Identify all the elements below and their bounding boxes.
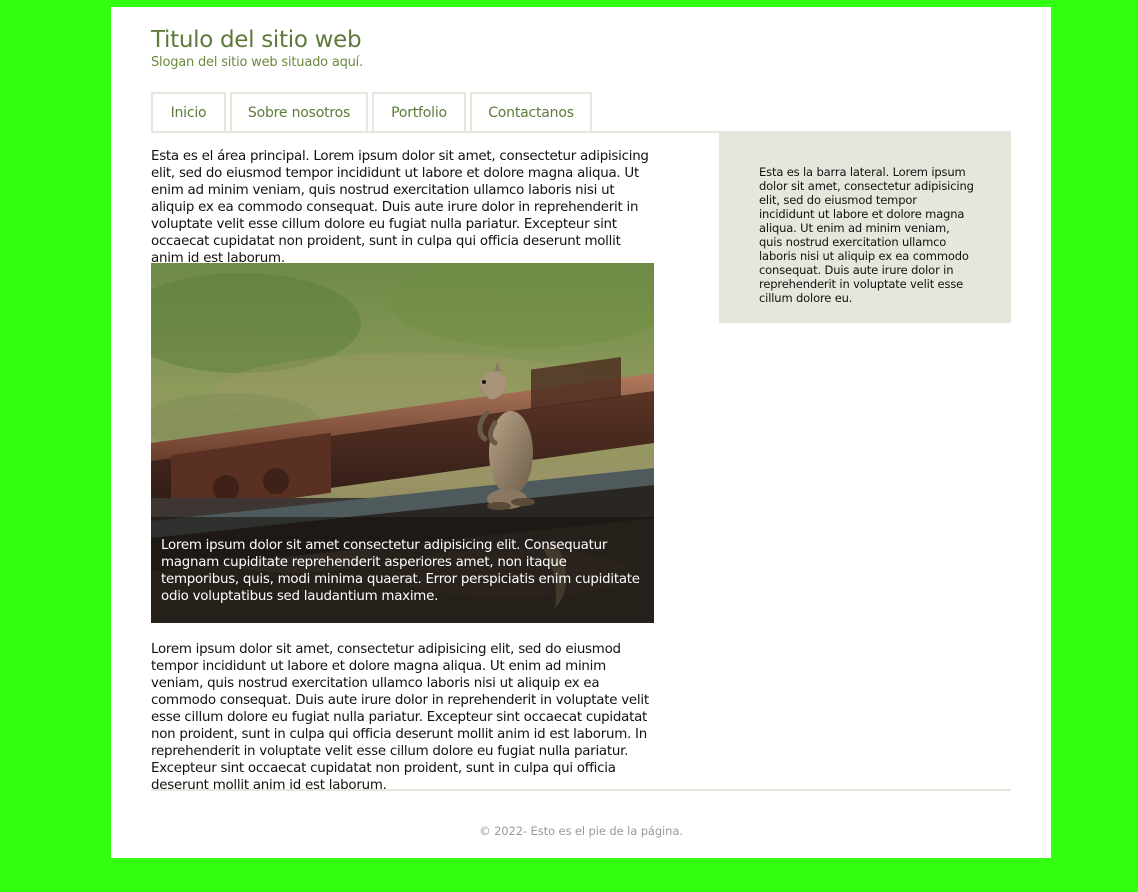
- nav-item-inicio[interactable]: Inicio: [151, 92, 226, 132]
- footer-divider: [151, 789, 1011, 791]
- nav-item-portfolio[interactable]: Portfolio: [372, 92, 466, 132]
- nav-item-sobre-nosotros[interactable]: Sobre nosotros: [230, 92, 368, 132]
- figure-caption: Lorem ipsum dolor sit amet consectetur a…: [151, 517, 654, 623]
- page-container: Titulo del sitio web Slogan del sitio we…: [111, 7, 1051, 858]
- main-nav: Inicio Sobre nosotros Portfolio Contacta…: [151, 92, 592, 132]
- sidebar: Esta es la barra lateral. Lorem ipsum do…: [719, 131, 1011, 323]
- site-title[interactable]: Titulo del sitio web: [151, 27, 362, 53]
- main-body-text: Lorem ipsum dolor sit amet, consectetur …: [151, 642, 649, 793]
- site-slogan: Slogan del sitio web situado aquí.: [151, 55, 364, 70]
- main-intro-text: Esta es el área principal. Lorem ipsum d…: [151, 149, 649, 266]
- footer-text: © 2022- Esto es el pie de la página.: [479, 824, 683, 838]
- sidebar-text: Esta es la barra lateral. Lorem ipsum do…: [759, 165, 974, 305]
- main-figure: Lorem ipsum dolor sit amet consectetur a…: [151, 263, 654, 623]
- nav-item-contactanos[interactable]: Contactanos: [470, 92, 592, 132]
- nav-divider: [151, 131, 719, 133]
